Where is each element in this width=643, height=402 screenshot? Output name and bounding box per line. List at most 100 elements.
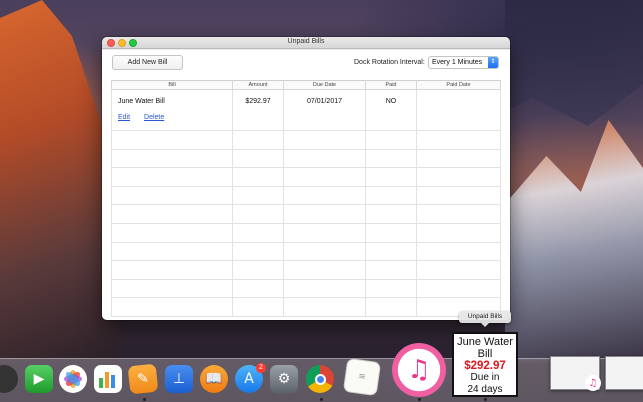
empty-cell (416, 278, 501, 299)
empty-cell (416, 167, 501, 187)
empty-cell (232, 204, 284, 224)
empty-cell (283, 260, 366, 280)
unpaid-bills-dock-tile[interactable]: June Water Bill $292.97 Due in 24 days (452, 332, 518, 397)
empty-cell (283, 130, 366, 150)
column-header-paid[interactable]: Paid (365, 80, 417, 90)
empty-cell (365, 148, 417, 169)
table-row[interactable] (111, 278, 501, 299)
table-row[interactable] (111, 167, 501, 187)
bills-table: Bill Amount Due Date Paid Paid Date June… (111, 80, 501, 317)
empty-cell (365, 241, 417, 262)
table-row[interactable] (111, 204, 501, 224)
empty-cell (232, 222, 284, 243)
table-row[interactable] (111, 148, 501, 169)
empty-cell (232, 260, 284, 280)
bar-chart-icon (99, 372, 115, 388)
edit-link[interactable]: Edit (118, 114, 130, 121)
empty-cell (365, 185, 417, 206)
empty-cell (416, 130, 501, 150)
window-title: Unpaid Bills (287, 38, 325, 45)
itunes-icon[interactable]: ♫ (392, 343, 446, 397)
running-indicator (418, 398, 421, 401)
interval-select[interactable]: Every 1 Minutes ⇕ (428, 56, 499, 69)
numbers-icon[interactable] (94, 365, 122, 393)
wallpaper-mountain-right (505, 120, 643, 360)
empty-cell (283, 222, 366, 243)
bill-name: June Water Bill (118, 98, 165, 105)
running-indicator (484, 398, 487, 401)
ibooks-icon[interactable]: 📖 (200, 365, 228, 393)
empty-cell (283, 278, 366, 299)
empty-cell (365, 130, 417, 150)
tile-bill-line1: June Water (457, 336, 513, 348)
tile-bill-line2: Bill (477, 348, 493, 360)
cell-amount: $292.97 (232, 89, 284, 131)
interval-label: Dock Rotation Interval: (354, 59, 425, 66)
minimized-window-thumb-2[interactable] (605, 356, 643, 390)
tile-amount: $292.97 (464, 360, 506, 372)
table-row[interactable] (111, 185, 501, 206)
empty-cell (416, 185, 501, 206)
empty-cell (365, 278, 417, 299)
table-row[interactable] (111, 222, 501, 243)
wallpaper-peak-top (505, 0, 643, 126)
empty-cell (232, 241, 284, 262)
table-row[interactable] (111, 297, 501, 317)
cell-due-date: 07/01/2017 (283, 89, 366, 131)
toolbar: Add New Bill Dock Rotation Interval: Eve… (102, 50, 510, 80)
empty-cell (416, 222, 501, 243)
system-preferences-icon[interactable]: ⚙ (270, 365, 298, 393)
dock-tooltip: Unpaid Bills (459, 311, 511, 327)
table-row[interactable] (111, 241, 501, 262)
add-new-bill-button[interactable]: Add New Bill (112, 55, 183, 70)
tile-due-line2: 24 days (467, 384, 503, 395)
empty-cell (232, 167, 284, 187)
empty-cell (111, 297, 233, 317)
photos-icon[interactable] (59, 365, 87, 393)
cell-paid-date (416, 89, 501, 131)
textedit-icon[interactable]: ≡ (342, 357, 382, 397)
empty-cell (232, 148, 284, 169)
empty-cell (232, 297, 284, 317)
cell-bill: June Water Bill Edit Delete (111, 89, 233, 131)
pages-icon[interactable]: ✎ (127, 363, 159, 395)
empty-cell (111, 185, 233, 206)
column-header-amount[interactable]: Amount (232, 80, 284, 90)
itunes-mini-icon: ♫ (585, 375, 601, 391)
running-indicator (143, 398, 146, 401)
empty-cell (283, 167, 366, 187)
window-titlebar[interactable]: Unpaid Bills (102, 37, 510, 49)
interval-select-value: Every 1 Minutes (432, 59, 483, 66)
empty-cell (232, 185, 284, 206)
column-header-paid-date[interactable]: Paid Date (416, 80, 501, 90)
keynote-icon[interactable]: ⊥ (165, 365, 193, 393)
chevron-updown-icon: ⇕ (488, 57, 498, 68)
empty-cell (111, 278, 233, 299)
empty-cell (283, 148, 366, 169)
cell-paid: NO (365, 89, 417, 131)
empty-cell (111, 260, 233, 280)
empty-cell (365, 297, 417, 317)
column-header-due-date[interactable]: Due Date (283, 80, 366, 90)
empty-cell (365, 204, 417, 224)
running-indicator (320, 398, 323, 401)
table-row[interactable] (111, 260, 501, 280)
empty-cell (232, 130, 284, 150)
tile-due-line1: Due in (470, 372, 500, 383)
table-row[interactable]: June Water Bill Edit Delete $292.97 07/0… (111, 89, 501, 131)
facetime-icon[interactable]: ▶ (25, 365, 53, 393)
table-row[interactable] (111, 130, 501, 150)
empty-cell (283, 241, 366, 262)
delete-link[interactable]: Delete (144, 114, 164, 121)
empty-cell (111, 241, 233, 262)
appstore-badge: 2 (256, 363, 266, 373)
empty-cell (111, 130, 233, 150)
chrome-icon[interactable] (306, 365, 334, 393)
empty-cell (416, 260, 501, 280)
photos-flower-icon (64, 370, 82, 388)
empty-cell (111, 148, 233, 169)
empty-cell (283, 185, 366, 206)
column-header-bill[interactable]: Bill (111, 80, 233, 90)
empty-cell (365, 222, 417, 243)
empty-cell (111, 167, 233, 187)
